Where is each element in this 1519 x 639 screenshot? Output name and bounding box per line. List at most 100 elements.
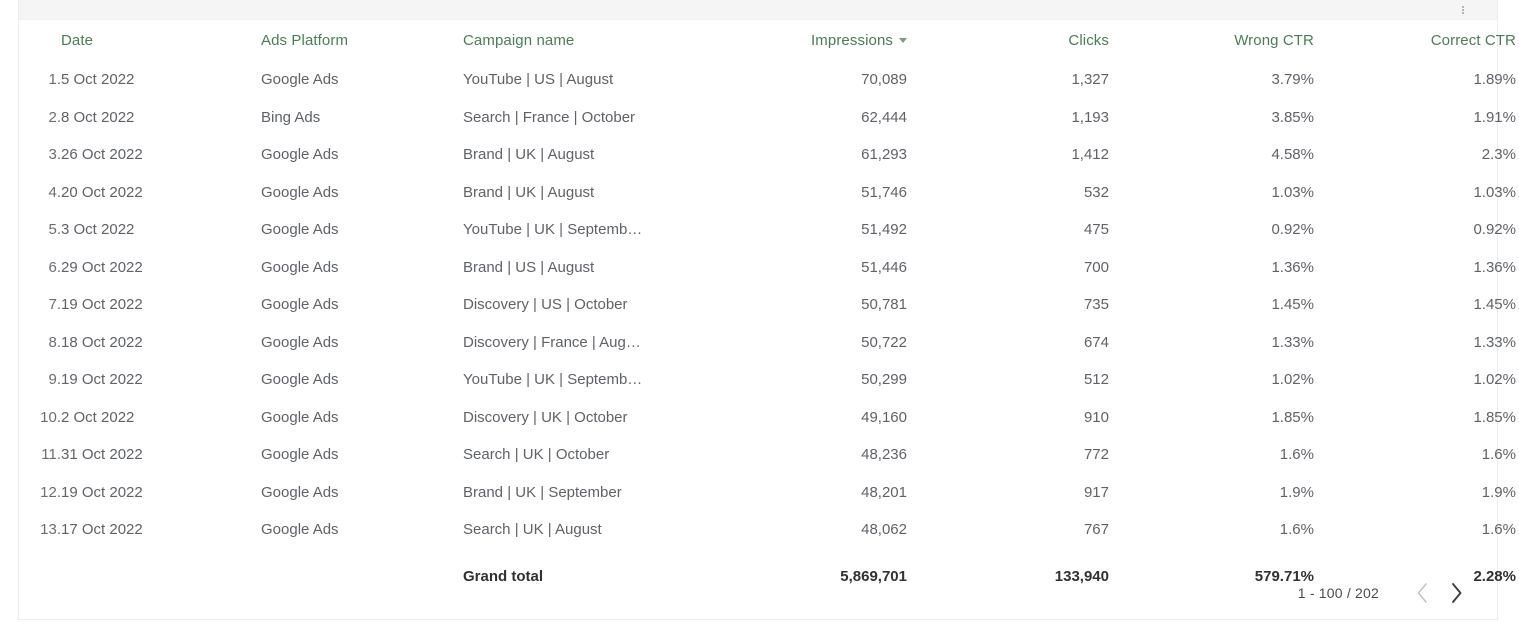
table-toolbar [19,0,1497,20]
column-header-date-label: Date [61,32,94,49]
column-header-ads-platform-label: Ads Platform [261,32,349,49]
cell-campaign-name: Search | UK | October [463,446,610,464]
cell-clicks: 1,327 [1071,71,1109,89]
cell-campaign-name: YouTube | UK | Septemb… [463,221,643,239]
cell-date: 18 Oct 2022 [61,333,143,351]
pagination-previous-button[interactable] [1405,576,1439,610]
header-row: Date Ads Platform Campaign name Impressi… [19,20,1516,61]
cell-campaign-name: Brand | UK | August [463,183,595,201]
table-row[interactable]: 11. 31 Oct 2022 Google Ads Search | UK | Oc… [19,436,1516,474]
cell-impressions: 62,444 [861,108,907,126]
table-row[interactable]: 8. 18 Oct 2022 Google Ads Discovery | Franc… [19,324,1516,362]
cell-index: 12. [40,483,61,501]
cell-ads-platform: Google Ads [261,371,339,389]
cell-wrong-ctr: 1.9% [1279,483,1314,501]
cell-index: 8. [48,333,61,351]
cell-ads-platform: Google Ads [261,221,339,239]
column-header-wrong-ctr-label: Wrong CTR [1234,32,1314,49]
table-row[interactable]: 2. 8 Oct 2022 Bing Ads Search | France | Oc… [19,99,1516,137]
cell-campaign-name: Brand | UK | August [463,146,595,164]
cell-correct-ctr: 1.6% [1481,521,1516,539]
cell-wrong-ctr: 1.85% [1271,408,1314,426]
cell-campaign-name: Discovery | France | Aug… [463,333,641,351]
cell-correct-ctr: 1.36% [1473,258,1516,276]
cell-ads-platform: Google Ads [261,258,339,276]
cell-ads-platform: Google Ads [261,146,339,164]
chevron-left-icon [1417,583,1427,603]
table-row[interactable]: 4. 20 Oct 2022 Google Ads Brand | UK | Augu… [19,174,1516,212]
table-row[interactable]: 12. 19 Oct 2022 Google Ads Brand | UK | Sep… [19,474,1516,512]
column-header-campaign-name[interactable]: Campaign name [463,20,707,61]
table-row[interactable]: 6. 29 Oct 2022 Google Ads Brand | US | Augu… [19,249,1516,287]
cell-campaign-name: Brand | US | August [463,258,595,276]
cell-ads-platform: Google Ads [261,296,339,314]
cell-index: 10. [40,408,61,426]
cell-ads-platform: Bing Ads [261,108,321,126]
report-table-card: Date Ads Platform Campaign name Impressi… [18,0,1516,620]
column-header-ads-platform[interactable]: Ads Platform [261,20,463,61]
cell-date: 5 Oct 2022 [61,71,135,89]
more-vertical-icon[interactable] [1456,1,1470,19]
cell-campaign-name: YouTube | UK | Septemb… [463,371,643,389]
cell-impressions: 51,446 [861,258,907,276]
cell-campaign-name: YouTube | US | August [463,71,614,89]
cell-ads-platform: Google Ads [261,71,339,89]
cell-clicks: 767 [1083,521,1109,539]
cell-correct-ctr: 1.85% [1473,408,1516,426]
column-header-impressions[interactable]: Impressions [707,20,907,61]
cell-wrong-ctr: 1.33% [1271,333,1314,351]
table-row[interactable]: 13. 17 Oct 2022 Google Ads Search | UK | Au… [19,511,1516,549]
pagination-next-button[interactable] [1439,576,1473,610]
cell-impressions: 49,160 [861,408,907,426]
column-header-index [19,20,61,61]
chevron-right-icon [1451,583,1461,603]
cell-clicks: 917 [1083,483,1109,501]
column-header-clicks[interactable]: Clicks [907,20,1109,61]
cell-ads-platform: Google Ads [261,333,339,351]
cell-index: 7. [48,296,61,314]
cell-clicks: 1,412 [1071,146,1109,164]
pagination-bar: 1 - 100 / 202 [19,567,1497,619]
cell-wrong-ctr: 4.58% [1271,146,1314,164]
cell-impressions: 51,492 [861,221,907,239]
cell-date: 19 Oct 2022 [61,371,143,389]
cell-wrong-ctr: 1.03% [1271,183,1314,201]
cell-index: 4. [48,183,61,201]
cell-impressions: 51,746 [861,183,907,201]
table-header: Date Ads Platform Campaign name Impressi… [19,20,1516,61]
table-row[interactable]: 10. 2 Oct 2022 Google Ads Discovery | UK | … [19,399,1516,437]
cell-campaign-name: Brand | UK | September [463,483,622,501]
column-header-wrong-ctr[interactable]: Wrong CTR [1109,20,1314,61]
table-row[interactable]: 9. 19 Oct 2022 Google Ads YouTube | UK | Se… [19,361,1516,399]
cell-wrong-ctr: 3.79% [1271,71,1314,89]
cell-impressions: 50,299 [861,371,907,389]
column-header-correct-ctr[interactable]: Correct CTR [1314,20,1516,61]
cell-date: 26 Oct 2022 [61,146,143,164]
cell-impressions: 61,293 [861,146,907,164]
cell-date: 2 Oct 2022 [61,408,135,426]
cell-wrong-ctr: 1.6% [1279,446,1314,464]
column-header-clicks-label: Clicks [1068,32,1109,49]
cell-clicks: 1,193 [1071,108,1109,126]
cell-index: 2. [48,108,61,126]
cell-index: 6. [48,258,61,276]
cell-ads-platform: Google Ads [261,408,339,426]
table-row[interactable]: 3. 26 Oct 2022 Google Ads Brand | UK | Augu… [19,136,1516,174]
cell-campaign-name: Discovery | UK | October [463,408,628,426]
pagination-range: 1 - 100 / 202 [1297,585,1379,601]
cell-date: 3 Oct 2022 [61,221,135,239]
cell-wrong-ctr: 0.92% [1271,221,1314,239]
cell-correct-ctr: 1.9% [1481,483,1516,501]
table-row[interactable]: 1. 5 Oct 2022 Google Ads YouTube | US | Aug… [19,61,1516,99]
table-row[interactable]: 5. 3 Oct 2022 Google Ads YouTube | UK | Sep… [19,211,1516,249]
cell-clicks: 910 [1083,408,1109,426]
cell-correct-ctr: 1.91% [1473,108,1516,126]
screenshot-viewport: Date Ads Platform Campaign name Impressi… [0,0,1519,639]
cell-date: 31 Oct 2022 [61,446,143,464]
cell-correct-ctr: 1.45% [1473,296,1516,314]
column-header-date[interactable]: Date [61,20,261,61]
cell-clicks: 735 [1083,296,1109,314]
table-row[interactable]: 7. 19 Oct 2022 Google Ads Discovery | US | … [19,286,1516,324]
cell-clicks: 772 [1083,446,1109,464]
cell-impressions: 50,722 [861,333,907,351]
